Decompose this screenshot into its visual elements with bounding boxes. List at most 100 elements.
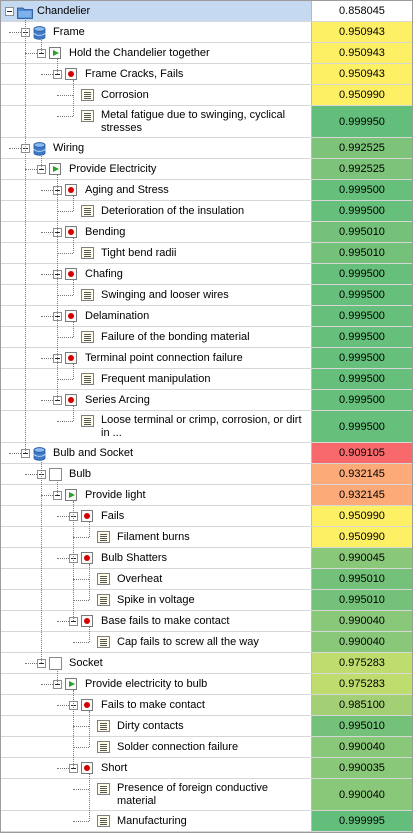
reliability-value: 0.950990 xyxy=(311,506,412,526)
collapse-toggle-icon[interactable] xyxy=(5,7,14,16)
tree-connector-line xyxy=(57,253,73,254)
tree-node-label: Fails to make contact xyxy=(101,699,205,711)
tree-connector-line xyxy=(57,175,58,400)
tree-row[interactable]: Fails 0.950990 xyxy=(1,506,412,527)
tree-row[interactable]: Short 0.990035 xyxy=(1,758,412,779)
tree-connector-line xyxy=(73,642,89,643)
tree-label-cell: Deterioration of the insulation xyxy=(1,201,311,221)
function-icon xyxy=(49,163,61,175)
tree-row[interactable]: Bending 0.995010 xyxy=(1,222,412,243)
tree-label-cell: Chandelier xyxy=(1,1,311,21)
tree-row[interactable]: Swinging and looser wires 0.999500 xyxy=(1,285,412,306)
tree-row[interactable]: Metal fatigue due to swinging, cyclical … xyxy=(1,106,412,138)
tree-label-cell: Spike in voltage xyxy=(1,590,311,610)
tree-node-label: Spike in voltage xyxy=(117,594,195,606)
tree-row[interactable]: Bulb Shatters 0.990045 xyxy=(1,548,412,569)
tree-row[interactable]: Failure of the bonding material 0.999500 xyxy=(1,327,412,348)
reliability-value: 0.990045 xyxy=(311,548,412,568)
tree-row[interactable]: Socket 0.975283 xyxy=(1,653,412,674)
tree-row[interactable]: Delamination 0.999500 xyxy=(1,306,412,327)
tree-row[interactable]: Provide light 0.932145 xyxy=(1,485,412,506)
tree-row[interactable]: Frame 0.950943 xyxy=(1,22,412,43)
cause-icon xyxy=(81,415,94,427)
tree-row[interactable]: Hold the Chandelier together 0.950943 xyxy=(1,43,412,64)
tree-connector-line xyxy=(89,711,90,747)
blank-icon xyxy=(49,468,62,481)
failure-mode-icon xyxy=(81,762,93,774)
tree-row[interactable]: Corrosion 0.950990 xyxy=(1,85,412,106)
tree-row[interactable]: Chafing 0.999500 xyxy=(1,264,412,285)
tree-row[interactable]: Bulb 0.932145 xyxy=(1,464,412,485)
tree-connector-line xyxy=(73,406,74,421)
tree-row[interactable]: Presence of foreign conductive material 0… xyxy=(1,779,412,811)
tree-row[interactable]: Overheat 0.995010 xyxy=(1,569,412,590)
tree-row[interactable]: Fails to make contact 0.985100 xyxy=(1,695,412,716)
reliability-value: 0.995010 xyxy=(311,590,412,610)
tree-label-cell: Cap fails to screw all the way xyxy=(1,632,311,652)
tree-node-label: Bulb xyxy=(69,468,92,480)
tree-node-label: Overheat xyxy=(117,573,163,585)
tree-row[interactable]: Aging and Stress 0.999500 xyxy=(1,180,412,201)
tree-node-label: Base fails to make contact xyxy=(101,615,230,627)
tree-row[interactable]: Frequent manipulation 0.999500 xyxy=(1,369,412,390)
reliability-value: 0.999500 xyxy=(311,390,412,410)
tree-row[interactable]: Manufacturing 0.999995 xyxy=(1,811,412,832)
tree-label-cell: Swinging and looser wires xyxy=(1,285,311,305)
tree-row[interactable]: Cap fails to screw all the way 0.990040 xyxy=(1,632,412,653)
tree-node-label: Short xyxy=(101,762,128,774)
tree-node-label: Terminal point connection failure xyxy=(85,352,243,364)
tree-row[interactable]: Dirty contacts 0.995010 xyxy=(1,716,412,737)
tree-row[interactable]: Wiring 0.992525 xyxy=(1,138,412,159)
tree-row[interactable]: Tight bend radii 0.995010 xyxy=(1,243,412,264)
tree-label-cell: Fails to make contact xyxy=(1,695,311,715)
reliability-value: 0.999500 xyxy=(311,369,412,389)
tree-row[interactable]: Solder connection failure 0.990040 xyxy=(1,737,412,758)
tree-node-label: Socket xyxy=(69,657,103,669)
tree-connector-line xyxy=(57,480,58,495)
tree-connector-line xyxy=(89,522,90,537)
reliability-tree[interactable]: Chandelier 0.858045 Frame 0.950943 Hold the … xyxy=(0,0,413,833)
tree-label-cell: Frequent manipulation xyxy=(1,369,311,389)
function-icon xyxy=(65,678,77,690)
tree-row[interactable]: Terminal point connection failure 0.99950… xyxy=(1,348,412,369)
tree-row[interactable]: Deterioration of the insulation 0.999500 xyxy=(1,201,412,222)
tree-label-cell: Delamination xyxy=(1,306,311,326)
tree-label-cell: Failure of the bonding material xyxy=(1,327,311,347)
tree-connector-line xyxy=(73,690,74,768)
reliability-value: 0.932145 xyxy=(311,485,412,505)
database-icon xyxy=(33,447,46,461)
tree-node-label: Loose terminal or crimp, corrosion, or d… xyxy=(101,414,302,439)
tree-connector-line xyxy=(41,38,42,53)
failure-mode-icon xyxy=(81,699,93,711)
tree-connector-line xyxy=(73,747,89,748)
tree-row[interactable]: Base fails to make contact 0.990040 xyxy=(1,611,412,632)
tree-node-label: Chandelier xyxy=(37,5,91,17)
tree-row[interactable]: Bulb and Socket 0.909105 xyxy=(1,443,412,464)
reliability-value: 0.990040 xyxy=(311,611,412,631)
tree-row[interactable]: Spike in voltage 0.995010 xyxy=(1,590,412,611)
reliability-value: 0.909105 xyxy=(311,443,412,463)
tree-row[interactable]: Frame Cracks, Fails 0.950943 xyxy=(1,64,412,85)
tree-label-cell: Loose terminal or crimp, corrosion, or d… xyxy=(1,411,311,442)
tree-row[interactable]: Loose terminal or crimp, corrosion, or d… xyxy=(1,411,412,443)
tree-connector-line xyxy=(73,196,74,211)
failure-mode-icon xyxy=(81,510,93,522)
tree-connector-line xyxy=(57,295,73,296)
tree-label-cell: Tight bend radii xyxy=(1,243,311,263)
tree-row[interactable]: Provide Electricity 0.992525 xyxy=(1,159,412,180)
tree-row[interactable]: Provide electricity to bulb 0.975283 xyxy=(1,674,412,695)
tree-label-cell: Frame xyxy=(1,22,311,42)
tree-row[interactable]: Filament burns 0.950990 xyxy=(1,527,412,548)
tree-label-cell: Manufacturing xyxy=(1,811,311,831)
failure-mode-icon xyxy=(81,615,93,627)
tree-label-cell: Provide electricity to bulb xyxy=(1,674,311,694)
tree-row[interactable]: Series Arcing 0.999500 xyxy=(1,390,412,411)
tree-node-label: Series Arcing xyxy=(85,394,150,406)
tree-node-label: Presence of foreign conductive material xyxy=(117,782,269,807)
reliability-value: 0.985100 xyxy=(311,695,412,715)
tree-label-cell: Short xyxy=(1,758,311,778)
tree-label-cell: Filament burns xyxy=(1,527,311,547)
tree-node-label: Provide Electricity xyxy=(69,163,157,175)
tree-label-cell: Base fails to make contact xyxy=(1,611,311,631)
tree-row[interactable]: Chandelier 0.858045 xyxy=(1,1,412,22)
